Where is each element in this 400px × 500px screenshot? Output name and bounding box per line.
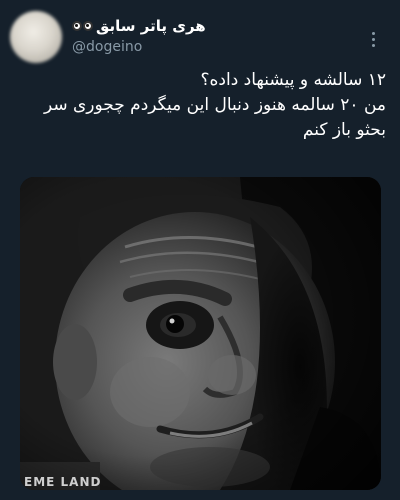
media-overlay-text: EME LAND bbox=[24, 475, 102, 489]
tweet-line-1: ۱۲ سالشه و پیشنهاد داده؟ bbox=[200, 70, 386, 90]
meme-face-image bbox=[20, 177, 381, 490]
author-display-name-text: هری پاتر سابق bbox=[96, 17, 206, 35]
tweet-media-image[interactable]: EME LAND bbox=[20, 177, 381, 490]
tweet-line-2: من ۲۰ سالمه هنوز دنبال این میگردم چجوری … bbox=[43, 95, 386, 115]
author-handle[interactable]: @dogeino bbox=[72, 38, 206, 56]
author-display-name[interactable]: هری پاتر سابق bbox=[72, 16, 206, 36]
tweet-text: ۱۲ سالشه و پیشنهاد داده؟ من ۲۰ سالمه هنو… bbox=[14, 68, 386, 143]
avatar[interactable] bbox=[10, 11, 62, 63]
eyes-emoji-icon bbox=[72, 21, 93, 31]
more-vertical-icon[interactable] bbox=[366, 28, 381, 51]
author-block: هری پاتر سابق @dogeino bbox=[72, 16, 206, 56]
tweet-line-3: بحثو باز کنم bbox=[302, 120, 386, 140]
